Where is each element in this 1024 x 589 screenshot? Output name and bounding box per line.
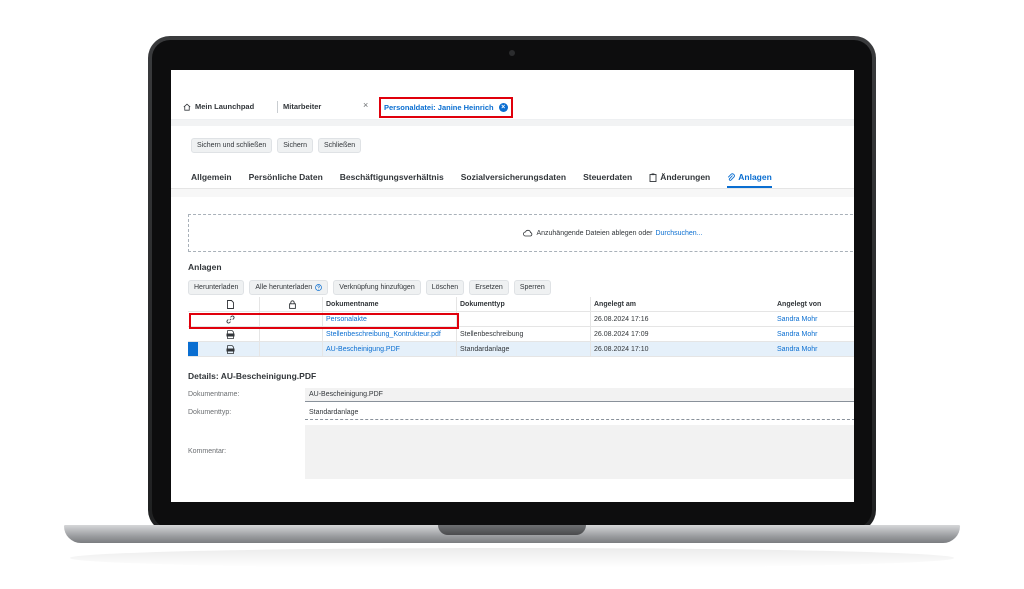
tab-beschaeftigungsverhaeltnis[interactable]: Beschäftigungsverhältnis	[340, 170, 444, 184]
tab-personaldatei-label: Personaldatei: Janine Heinrich	[384, 103, 494, 112]
tab-label: Steuerdaten	[583, 172, 633, 182]
tab-mitarbeiter[interactable]: Mitarbeiter	[283, 102, 321, 111]
document-type-cell: Stellenbeschreibung	[457, 327, 591, 341]
lock-icon	[289, 299, 296, 309]
tab-launchpad[interactable]: Mein Launchpad	[183, 102, 254, 111]
column-type[interactable]: Dokumenttyp	[457, 297, 591, 311]
delete-button[interactable]: Löschen	[425, 280, 465, 295]
document-name-link[interactable]: Stellenbeschreibung_Kontrukteur.pdf	[323, 327, 457, 341]
pdf-icon	[226, 344, 234, 354]
row-selector[interactable]	[188, 327, 198, 341]
header-band	[171, 120, 854, 126]
column-doc-icon	[198, 297, 260, 311]
table-row[interactable]: AU-Bescheinigung.PDF Standardanlage 26.0…	[188, 342, 854, 357]
document-name-link[interactable]: AU-Bescheinigung.PDF	[323, 342, 457, 356]
document-type-label: Dokumenttyp:	[188, 409, 232, 416]
upload-dropzone[interactable]: Anzuhängende Dateien ablegen oder Durchs…	[188, 214, 854, 252]
laptop-shadow	[70, 548, 954, 568]
attachments-title: Anlagen	[188, 262, 222, 272]
clipboard-icon	[649, 173, 657, 182]
content-band	[171, 189, 854, 197]
pdf-icon	[226, 329, 234, 339]
document-type-cell: Standardanlage	[457, 342, 591, 356]
tab-label: Änderungen	[660, 172, 711, 182]
tab-label: Sozialversicherungsdaten	[460, 172, 567, 182]
tab-sozialversicherungsdaten[interactable]: Sozialversicherungsdaten	[461, 170, 566, 184]
created-by-link[interactable]: Sandra Mohr	[774, 342, 854, 356]
document-name-label: Dokumentname:	[188, 391, 240, 398]
created-by-link[interactable]: Sandra Mohr	[774, 327, 854, 341]
add-link-button[interactable]: Verknüpfung hinzufügen	[333, 280, 421, 295]
app-screen: Mein Launchpad Mitarbeiter × Personaldat…	[171, 70, 854, 502]
document-icon	[226, 299, 234, 309]
home-icon	[183, 103, 191, 111]
replace-button[interactable]: Ersetzen	[469, 280, 509, 295]
camera-dot	[509, 50, 515, 56]
tab-label: Anlagen	[738, 172, 772, 182]
details-title: Details: AU-Bescheinigung.PDF	[188, 371, 317, 381]
highlight-box	[189, 313, 459, 329]
row-type-icon-cell	[198, 327, 260, 341]
save-and-close-button[interactable]: Sichern und schließen	[191, 138, 273, 153]
tab-label: Allgemein	[191, 172, 232, 182]
row-type-icon-cell	[198, 342, 260, 356]
download-button[interactable]: Herunterladen	[188, 280, 245, 295]
document-type-cell	[457, 312, 591, 326]
tab-anlagen[interactable]: Anlagen	[727, 170, 772, 188]
paperclip-icon	[728, 172, 736, 181]
close-circle-icon[interactable]: ×	[498, 103, 508, 112]
object-toolbar: Sichern und schließen Sichern Schließen	[191, 138, 362, 153]
laptop-notch	[438, 525, 586, 535]
comment-textarea[interactable]	[305, 425, 854, 479]
tab-personaldatei[interactable]: Personaldatei: Janine Heinrich ×	[379, 97, 513, 118]
close-icon[interactable]: ×	[363, 100, 368, 110]
created-at-cell: 26.08.2024 17:09	[594, 330, 649, 338]
selected-marker	[188, 342, 198, 356]
column-created-at[interactable]: Angelegt am	[591, 297, 774, 311]
row-lock-cell	[260, 342, 323, 356]
tab-label: Persönliche Daten	[248, 172, 323, 182]
tab-label: Beschäftigungsverhältnis	[339, 172, 444, 182]
save-button[interactable]: Sichern	[277, 138, 313, 153]
row-selector[interactable]	[188, 342, 198, 356]
created-at-cell: 26.08.2024 17:16	[594, 315, 649, 323]
browse-link[interactable]: Durchsuchen...	[655, 230, 702, 237]
cloud-upload-icon	[523, 229, 533, 237]
tab-aenderungen[interactable]: Änderungen	[649, 170, 710, 184]
created-by-link[interactable]: Sandra Mohr	[774, 312, 854, 326]
document-name-field[interactable]: AU-Bescheinigung.PDF	[305, 388, 854, 402]
column-lock-icon	[260, 297, 323, 311]
object-tabs: Allgemein Persönliche Daten Beschäftigun…	[191, 170, 772, 188]
table-header-row: Dokumentname Dokumenttyp Angelegt am Ang…	[188, 297, 854, 312]
download-all-button[interactable]: Alle herunterladen	[249, 280, 329, 295]
tab-separator	[277, 101, 278, 113]
shell-bar: Mein Launchpad Mitarbeiter × Personaldat…	[171, 70, 854, 120]
help-icon	[315, 284, 323, 291]
selection-column	[188, 297, 198, 311]
created-at-cell: 26.08.2024 17:10	[594, 345, 649, 353]
column-created-by[interactable]: Angelegt von	[774, 297, 854, 311]
tab-allgemein[interactable]: Allgemein	[191, 170, 232, 184]
lock-button[interactable]: Sperren	[513, 280, 551, 295]
table-row[interactable]: Stellenbeschreibung_Kontrukteur.pdf Stel…	[188, 327, 854, 342]
close-button[interactable]: Schließen	[318, 138, 362, 153]
tab-mitarbeiter-label: Mitarbeiter	[283, 102, 322, 111]
column-name[interactable]: Dokumentname	[323, 297, 457, 311]
document-type-field[interactable]: Standardanlage	[305, 406, 854, 420]
dropzone-text: Anzuhängende Dateien ablegen oder	[536, 229, 653, 237]
attachments-toolbar: Herunterladen Alle herunterladen Verknüp…	[188, 280, 551, 295]
comment-label: Kommentar:	[188, 448, 227, 455]
tab-persoenliche-daten[interactable]: Persönliche Daten	[249, 170, 323, 184]
download-all-label: Alle herunterladen	[255, 284, 313, 291]
row-lock-cell	[260, 327, 323, 341]
tab-steuerdaten[interactable]: Steuerdaten	[583, 170, 632, 184]
tab-launchpad-label: Mein Launchpad	[195, 102, 255, 111]
